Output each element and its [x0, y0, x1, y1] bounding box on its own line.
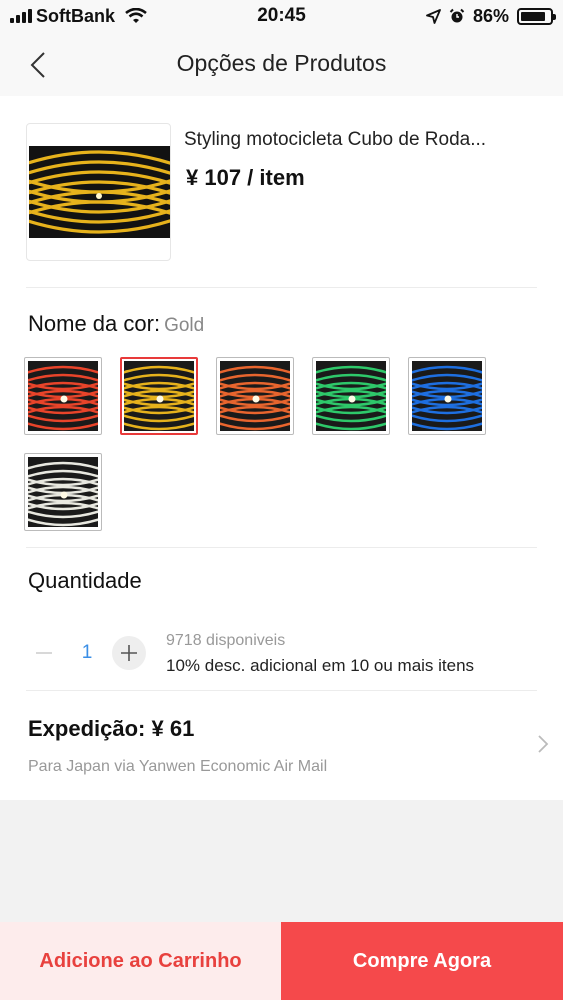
status-time: 20:45 — [257, 5, 306, 26]
chevron-right-icon[interactable] — [537, 734, 549, 754]
battery-fill — [521, 11, 546, 21]
product-options-panel: Styling motocicleta Cubo de Roda... ¥ 10… — [0, 96, 563, 800]
quantity-decrement-button[interactable] — [27, 636, 61, 670]
color-label: Nome da cor: Gold — [28, 311, 204, 337]
carrier-label: SoftBank — [36, 5, 116, 26]
page-title: Opções de Produtos — [176, 50, 387, 76]
minus-icon — [36, 652, 52, 654]
shipping-title[interactable]: Expedição: ¥ 61 — [28, 716, 194, 742]
location-icon — [426, 8, 441, 24]
nav-bar: Opções de Produtos — [0, 32, 563, 96]
plus-icon — [121, 645, 137, 661]
swatch-image — [124, 361, 194, 431]
battery-percent: 86% — [472, 5, 509, 26]
quantity-increment-button[interactable] — [112, 636, 146, 670]
status-bar: SoftBank 20:45 86% — [0, 0, 563, 32]
color-swatch-gold[interactable] — [120, 357, 198, 435]
divider — [26, 287, 537, 288]
color-swatch-blue[interactable] — [408, 357, 486, 435]
swatch-image — [316, 361, 386, 431]
color-label-text: Nome da cor: — [28, 311, 161, 336]
product-title: Styling motocicleta Cubo de Roda... — [184, 129, 487, 150]
add-to-cart-button[interactable]: Adicione ao Carrinho — [0, 922, 281, 1000]
color-swatch-green[interactable] — [312, 357, 390, 435]
wifi-icon — [125, 8, 147, 23]
quantity-input[interactable]: 1 — [76, 642, 98, 664]
bulk-discount-note: 10% desc. adicional em 10 ou mais itens — [166, 656, 475, 675]
swatch-image — [412, 361, 482, 431]
divider — [26, 690, 537, 691]
divider — [26, 547, 537, 548]
shipping-method[interactable]: Para Japan via Yanwen Economic Air Mail — [28, 758, 327, 776]
battery-icon — [517, 7, 556, 25]
product-price: ¥ 107 / item — [186, 165, 305, 190]
stock-available: 9718 disponiveis — [166, 632, 286, 649]
swatch-image — [28, 457, 98, 527]
status-right: 86% — [353, 5, 556, 27]
swatch-image — [28, 361, 98, 431]
signal-icon — [10, 9, 32, 23]
quantity-label: Quantidade — [28, 568, 142, 593]
status-left: SoftBank — [10, 6, 210, 27]
bottom-action-bar: Adicione ao Carrinho Compre Agora — [0, 922, 563, 1000]
color-swatch-orange[interactable] — [216, 357, 294, 435]
alarm-icon — [449, 8, 465, 23]
swatch-image — [220, 361, 290, 431]
color-swatch-red[interactable] — [24, 357, 102, 435]
product-image — [26, 123, 171, 261]
buy-now-button[interactable]: Compre Agora — [281, 922, 563, 1000]
color-swatch-white[interactable] — [24, 453, 102, 531]
product-photo — [29, 146, 170, 238]
selected-color-value: Gold — [164, 315, 205, 336]
